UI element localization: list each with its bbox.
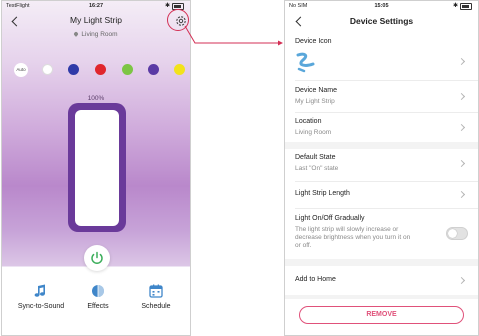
remove-button[interactable]: REMOVE [299, 306, 464, 324]
color-swatch[interactable] [95, 64, 106, 75]
device-settings-screen: No SIM 15:05 ✱ Device Settings Device Ic… [284, 0, 479, 336]
gradual-description: The light strip will slowly increase or … [295, 226, 411, 249]
status-bar: TestFlight 16:27 ✱ [2, 1, 190, 11]
location-label: Location [295, 118, 322, 125]
power-button[interactable] [84, 245, 110, 271]
gradual-toggle[interactable] [446, 227, 468, 240]
default-state-label: Default State [295, 154, 336, 161]
color-swatch[interactable] [174, 64, 185, 75]
device-name-value: My Light Strip [295, 98, 335, 105]
default-state-value: Last "On" state [295, 165, 339, 172]
location-value: Living Room [295, 129, 332, 136]
device-icon-label: Device Icon [295, 38, 332, 45]
bluetooth-icon: ✱ [452, 3, 458, 9]
location-pin-icon [73, 31, 80, 37]
tab-label-sync-to-sound: Sync-to-Sound [17, 303, 65, 310]
default-state-row[interactable]: Default State Last "On" state [285, 149, 478, 180]
section-gap [285, 295, 478, 299]
page-title: Device Settings [349, 16, 414, 26]
bluetooth-icon: ✱ [164, 3, 170, 9]
gear-highlight-ring [167, 9, 189, 31]
effects-icon [92, 285, 104, 297]
section-gap [285, 142, 478, 149]
chevron-right-icon [457, 190, 466, 199]
strip-length-label: Light Strip Length [295, 190, 350, 197]
toggle-knob [448, 229, 457, 238]
device-icon-row[interactable]: Device Icon [285, 35, 478, 80]
room-label: Living Room [2, 31, 190, 38]
tab-schedule[interactable]: Schedule [125, 284, 187, 310]
status-time: 16:27 [88, 3, 104, 9]
add-to-home-row[interactable]: Add to Home [285, 266, 478, 294]
strip-length-row[interactable]: Light Strip Length [285, 182, 478, 208]
device-name-label: Device Name [295, 87, 338, 94]
color-swatch[interactable] [148, 64, 159, 75]
tab-label-schedule: Schedule [141, 303, 171, 310]
light-strip-icon [295, 51, 317, 78]
calendar-icon [149, 284, 163, 298]
tab-label-effects: Effects [87, 303, 109, 310]
status-bar: No SIM 15:05 ✱ [285, 1, 478, 11]
chevron-right-icon [457, 92, 466, 101]
chevron-right-icon [457, 57, 466, 66]
tab-effects[interactable]: Effects [67, 284, 129, 310]
color-swatch[interactable] [68, 64, 79, 75]
tab-sync-to-sound[interactable]: Sync-to-Sound [10, 284, 72, 310]
chevron-right-icon [457, 159, 466, 168]
color-swatch[interactable] [122, 64, 133, 75]
power-icon [91, 251, 103, 264]
section-gap [285, 259, 478, 266]
auto-color-button[interactable]: Auto [14, 63, 28, 77]
device-title: My Light Strip [70, 15, 122, 25]
chevron-right-icon [457, 276, 466, 285]
status-time: 15:05 [374, 3, 389, 9]
location-row[interactable]: Location Living Room [285, 113, 478, 141]
brightness-slider-fill[interactable] [75, 110, 119, 226]
gradual-label: Light On/Off Gradually [295, 215, 365, 222]
music-note-icon [34, 284, 45, 297]
color-swatch[interactable] [42, 64, 53, 75]
battery-icon [460, 3, 472, 10]
light-strip-screen: TestFlight 16:27 ✱ My Light Strip Living… [1, 0, 191, 336]
chevron-right-icon [457, 123, 466, 132]
device-name-row[interactable]: Device Name My Light Strip [285, 81, 478, 111]
brightness-percent: 100% [87, 95, 105, 102]
add-to-home-label: Add to Home [295, 276, 336, 283]
